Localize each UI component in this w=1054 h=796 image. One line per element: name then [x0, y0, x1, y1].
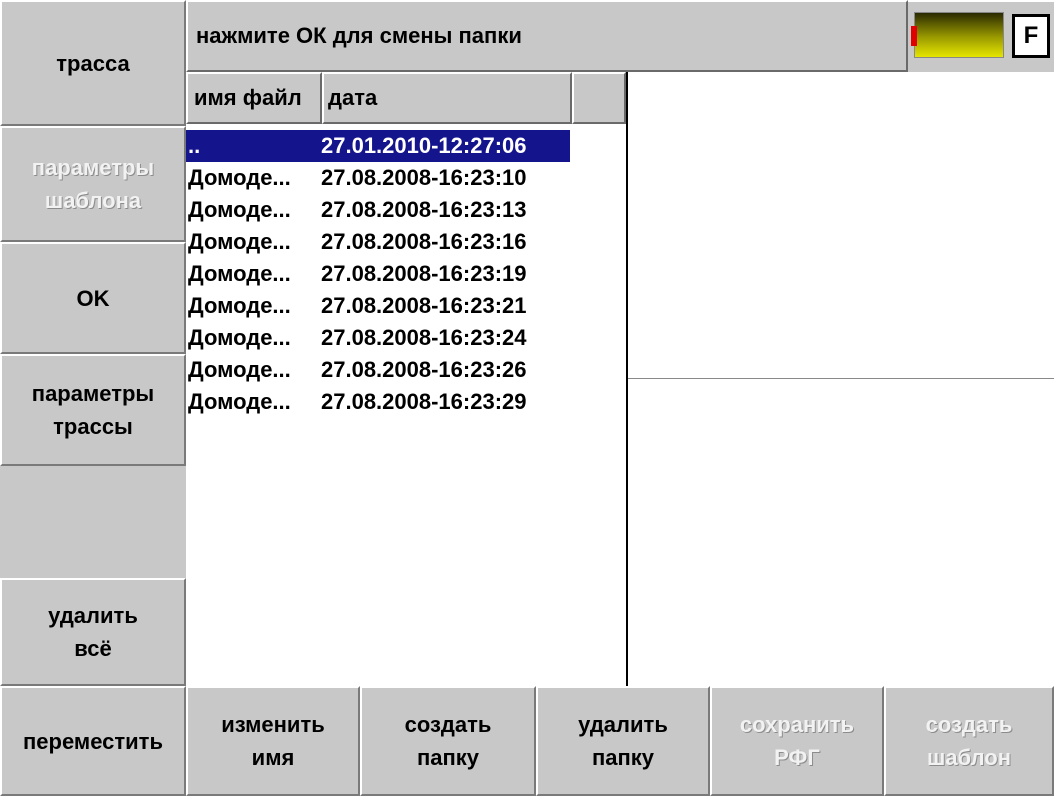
battery-icon	[911, 12, 1004, 58]
list-item[interactable]: Домоде... 27.08.2008-16:23:16	[186, 226, 570, 258]
rename-label-line2: имя	[251, 745, 295, 770]
trace-params-label-line1: параметры	[31, 381, 155, 406]
file-name: Домоде...	[188, 197, 291, 222]
ok-button[interactable]: OK	[0, 242, 186, 354]
trace-label: трасса	[56, 50, 130, 76]
preview-pane-top	[628, 72, 1054, 378]
delete-all-button[interactable]: удалить всё	[0, 578, 186, 686]
list-item[interactable]: Домоде... 27.08.2008-16:23:26	[186, 354, 570, 386]
create-folder-label-line1: создать	[404, 712, 492, 737]
create-folder-button[interactable]: создать папку	[360, 686, 536, 796]
file-date: 27.08.2008-16:23:19	[321, 261, 527, 286]
file-name: Домоде...	[188, 389, 291, 414]
file-list[interactable]: .. 27.01.2010-12:27:06 Домоде... 27.08.2…	[186, 126, 626, 686]
list-item[interactable]: Домоде... 27.08.2008-16:23:21	[186, 290, 570, 322]
delete-folder-label-line1: удалить	[578, 712, 668, 737]
status-message: нажмите ОК для смены папки	[196, 23, 522, 48]
file-name: Домоде...	[188, 357, 291, 382]
ok-label: OK	[76, 285, 110, 311]
f-key-label: F	[1023, 22, 1039, 49]
file-date: 27.08.2008-16:23:26	[321, 357, 527, 382]
column-header-date-label: дата	[328, 85, 378, 110]
file-date: 27.08.2008-16:23:21	[321, 293, 527, 318]
move-button[interactable]: переместить	[0, 686, 186, 796]
indicator-area: F	[908, 0, 1054, 72]
create-template-button[interactable]: создать шаблон	[884, 686, 1054, 796]
column-header-date[interactable]: дата	[322, 72, 572, 124]
list-item[interactable]: Домоде... 27.08.2008-16:23:19	[186, 258, 570, 290]
file-name: Домоде...	[188, 165, 291, 190]
delete-folder-button[interactable]: удалить папку	[536, 686, 710, 796]
delete-all-label-line2: всё	[74, 636, 112, 661]
list-item[interactable]: .. 27.01.2010-12:27:06	[186, 130, 570, 162]
template-params-button[interactable]: параметры шаблона	[0, 126, 186, 242]
trace-params-label-line2: трассы	[53, 414, 133, 439]
create-template-label-line2: шаблон	[926, 745, 1012, 770]
file-date: 27.08.2008-16:23:24	[321, 325, 527, 350]
battery-warning-mark	[911, 26, 917, 46]
column-header-name[interactable]: имя файл	[186, 72, 322, 124]
file-date: 27.08.2008-16:23:16	[321, 229, 527, 254]
move-label: переместить	[23, 728, 163, 754]
create-template-label-line1: создать	[925, 712, 1013, 737]
file-date: 27.08.2008-16:23:10	[321, 165, 527, 190]
file-name: ..	[188, 133, 201, 158]
empty-softkey[interactable]	[0, 466, 186, 578]
file-name: Домоде...	[188, 261, 291, 286]
save-rfg-label-line1: сохранить	[739, 712, 855, 737]
delete-folder-label-line2: папку	[591, 745, 655, 770]
file-date: 27.08.2008-16:23:29	[321, 389, 527, 414]
save-rfg-button[interactable]: сохранить РФГ	[710, 686, 884, 796]
create-folder-label-line2: папку	[416, 745, 480, 770]
list-item[interactable]: Домоде... 27.08.2008-16:23:24	[186, 322, 570, 354]
template-params-label-line2: шаблона	[44, 188, 142, 213]
save-rfg-label-line2: РФГ	[774, 745, 820, 770]
list-item[interactable]: Домоде... 27.08.2008-16:23:13	[186, 194, 570, 226]
list-item[interactable]: Домоде... 27.08.2008-16:23:29	[186, 386, 570, 418]
rename-label-line1: изменить	[221, 712, 325, 737]
file-name: Домоде...	[188, 293, 291, 318]
column-header-name-label: имя файл	[194, 85, 302, 110]
file-name: Домоде...	[188, 229, 291, 254]
preview-pane-bottom	[628, 379, 1054, 686]
delete-all-label-line1: удалить	[48, 603, 138, 628]
trace-button[interactable]: трасса	[0, 0, 186, 126]
f-key-indicator[interactable]: F	[1012, 14, 1050, 58]
trace-params-button[interactable]: параметры трассы	[0, 354, 186, 466]
file-date: 27.08.2008-16:23:13	[321, 197, 527, 222]
status-bar: нажмите ОК для смены папки	[186, 0, 908, 72]
list-item[interactable]: Домоде... 27.08.2008-16:23:10	[186, 162, 570, 194]
file-name: Домоде...	[188, 325, 291, 350]
column-header-spacer	[572, 72, 626, 124]
file-date: 27.01.2010-12:27:06	[321, 133, 527, 158]
template-params-label-line1: параметры	[31, 155, 155, 180]
rename-button[interactable]: изменить имя	[186, 686, 360, 796]
